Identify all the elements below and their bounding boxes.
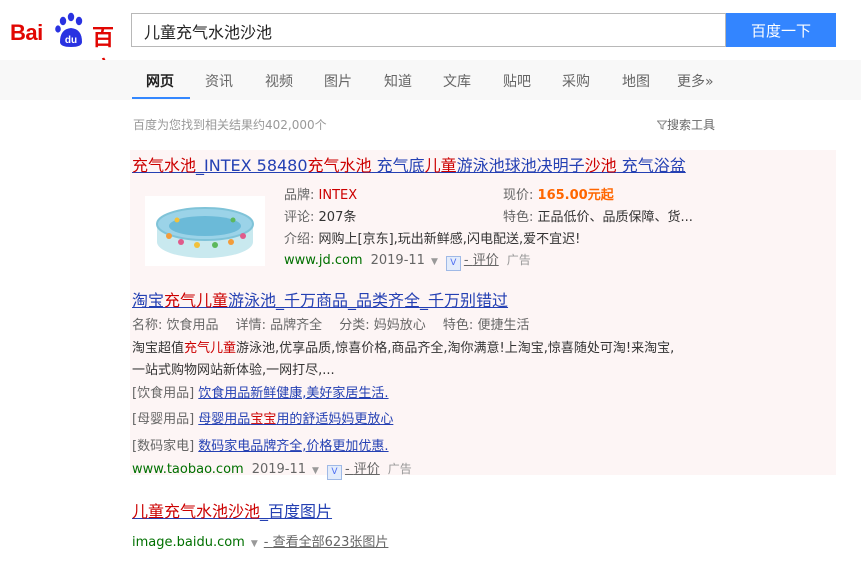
result2-url[interactable]: www.taobao.com xyxy=(132,462,244,477)
result2-url-line: www.taobao.com 2019-11 ▼ V - 评价 广告 xyxy=(132,458,412,480)
baidu-logo[interactable]: Bai du 百度 xyxy=(10,10,125,83)
result3-url-line: image.baidu.com ▼ - 查看全部623张图片 xyxy=(132,531,388,550)
sublink-text: 用的舒适妈妈更放心 xyxy=(276,412,394,427)
dropdown-arrow-icon[interactable]: ▼ xyxy=(431,257,438,267)
logo-text-bai: Bai xyxy=(10,20,43,45)
review-link-text: 评价 xyxy=(353,462,380,477)
price-field: 现价: 165.00元起 xyxy=(503,184,614,203)
title-highlight: 儿童充气水池沙池 xyxy=(132,502,261,521)
sublink-row: [母婴用品] 母婴用品宝宝用的舒适妈妈更放心 xyxy=(132,408,393,427)
intro-field: 介绍: 网购上[京东],玩出新鲜感,闪电配送,爱不宜迟! xyxy=(284,228,580,247)
tab-zhidao[interactable]: 知道 xyxy=(384,71,412,91)
tab-more[interactable]: 更多» xyxy=(677,71,714,91)
dropdown-arrow-icon[interactable]: ▼ xyxy=(312,466,319,476)
search-box xyxy=(131,13,726,47)
sublink-category: [数码家电] xyxy=(132,439,195,454)
verified-icon[interactable]: V xyxy=(326,465,342,480)
feature-field: 特色: 正品低价、品质保障、货... xyxy=(503,206,693,225)
title-highlight: 沙池 xyxy=(584,156,617,175)
result2-date: 2019-11 xyxy=(251,462,307,477)
brand-label: 品牌: xyxy=(284,188,315,203)
title-text: 游泳池_千万商品_品类齐全_千万别错过 xyxy=(228,291,509,310)
desc-highlight: 充气儿童 xyxy=(184,341,237,356)
tab-news[interactable]: 资讯 xyxy=(205,71,233,91)
logo-text-du: du xyxy=(65,35,77,46)
result2-meta: 名称: 饮食用品 详情: 品牌齐全 分类: 妈妈放心 特色: 便捷生活 xyxy=(132,318,530,333)
view-all-text: 查看全部623张图片 xyxy=(272,535,389,550)
tab-tieba[interactable]: 贴吧 xyxy=(503,71,531,91)
result1-title[interactable]: 充气水池_INTEX 58480充气水池 充气底儿童游泳池球池决明子沙池 充气浴… xyxy=(132,152,726,176)
ad-label[interactable]: 广告 xyxy=(507,253,531,267)
tab-map[interactable]: 地图 xyxy=(622,71,650,91)
title-highlight: 充气水池 xyxy=(132,156,197,175)
review-link-text: 评价 xyxy=(472,253,499,268)
sublink-category: [饮食用品] xyxy=(132,386,195,401)
desc-text: 游泳池,优享品质,惊喜价格,商品齐全,淘你满意!上淘宝,惊喜随处可淘!来淘宝, xyxy=(236,341,675,356)
title-text: 充气浴盆 xyxy=(616,156,686,175)
review-value: 207条 xyxy=(318,210,357,225)
sublink[interactable]: 数码家电品牌齐全,价格更加优惠. xyxy=(198,439,388,454)
search-input[interactable] xyxy=(142,20,716,41)
title-highlight: 充气水池 xyxy=(307,156,372,175)
brand-value: INTEX xyxy=(318,188,358,203)
brand-field: 品牌: INTEX xyxy=(284,184,357,203)
search-tabs: 网页 资讯 视频 图片 知道 文库 贴吧 采购 地图 更多» xyxy=(0,60,861,100)
result2-review-link[interactable]: - 评价 xyxy=(345,462,380,477)
sublink-row: [数码家电] 数码家电品牌齐全,价格更加优惠. xyxy=(132,435,389,454)
title-text: _百度图片 xyxy=(260,502,333,521)
title-text: 充气底 xyxy=(371,156,425,175)
title-text: 淘宝 xyxy=(132,291,165,310)
result1-url-line: www.jd.com 2019-11 ▼ V - 评价 广告 xyxy=(284,249,531,271)
title-highlight: 充气儿童 xyxy=(164,291,229,310)
sublink-text: 母婴用品 xyxy=(198,412,251,427)
sublink-category: [母婴用品] xyxy=(132,412,195,427)
result3-url[interactable]: image.baidu.com xyxy=(132,535,245,550)
result1-review-link[interactable]: - 评价 xyxy=(464,253,499,268)
price-value: 165.00元起 xyxy=(537,188,614,203)
sublink[interactable]: 母婴用品宝宝用的舒适妈妈更放心 xyxy=(198,412,393,427)
paw-icon: du xyxy=(55,12,83,47)
header: Bai du 百度 百度一下 xyxy=(0,0,861,83)
search-tools[interactable]: 搜索工具 xyxy=(656,116,716,133)
title-text: _INTEX 58480 xyxy=(196,156,308,175)
intro-value: 网购上[京东],玩出新鲜感,闪电配送,爱不宜迟! xyxy=(318,232,581,247)
result2-desc2: 一站式购物网站新体验,一网打尽,... xyxy=(132,363,335,378)
result1-date: 2019-11 xyxy=(370,253,425,268)
result3-title[interactable]: 儿童充气水池沙池_百度图片 xyxy=(132,498,332,522)
active-tab-indicator xyxy=(132,97,190,99)
desc-text: 淘宝超值 xyxy=(132,341,185,356)
title-highlight: 儿童 xyxy=(424,156,457,175)
ad-label[interactable]: 广告 xyxy=(388,462,412,476)
review-label: 评论: xyxy=(284,210,315,225)
price-label: 现价: xyxy=(503,188,534,203)
result1-url[interactable]: www.jd.com xyxy=(284,253,363,268)
result2-title[interactable]: 淘宝充气儿童游泳池_千万商品_品类齐全_千万别错过 xyxy=(132,287,508,311)
filter-icon xyxy=(656,120,668,130)
feature-value: 正品低价、品质保障、货... xyxy=(537,210,693,225)
dropdown-arrow-icon[interactable]: ▼ xyxy=(251,539,258,549)
feature-label: 特色: xyxy=(503,210,534,225)
tab-video[interactable]: 视频 xyxy=(265,71,293,91)
sublink[interactable]: 饮食用品新鲜健康,美好家居生活. xyxy=(198,386,388,401)
result3-view-all-link[interactable]: - 查看全部623张图片 xyxy=(264,535,389,550)
tab-caigou[interactable]: 采购 xyxy=(562,71,590,91)
verified-icon[interactable]: V xyxy=(445,256,461,271)
intro-label: 介绍: xyxy=(284,232,315,247)
tab-web[interactable]: 网页 xyxy=(146,71,174,91)
review-field: 评论: 207条 xyxy=(284,206,356,225)
sublink-highlight: 宝宝 xyxy=(250,412,277,427)
tab-wenku[interactable]: 文库 xyxy=(443,71,471,91)
tab-images[interactable]: 图片 xyxy=(324,71,352,91)
sublink-row: [饮食用品] 饮食用品新鲜健康,美好家居生活. xyxy=(132,382,389,401)
product-thumbnail[interactable] xyxy=(145,196,265,266)
result-count: 百度为您找到相关结果约402,000个 xyxy=(133,118,327,132)
result2-desc1: 淘宝超值充气儿童游泳池,优享品质,惊喜价格,商品齐全,淘你满意!上淘宝,惊喜随处… xyxy=(132,337,674,356)
search-button[interactable]: 百度一下 xyxy=(726,13,836,47)
search-tools-label: 搜索工具 xyxy=(667,118,716,132)
title-text: 游泳池球池决明子 xyxy=(456,156,585,175)
